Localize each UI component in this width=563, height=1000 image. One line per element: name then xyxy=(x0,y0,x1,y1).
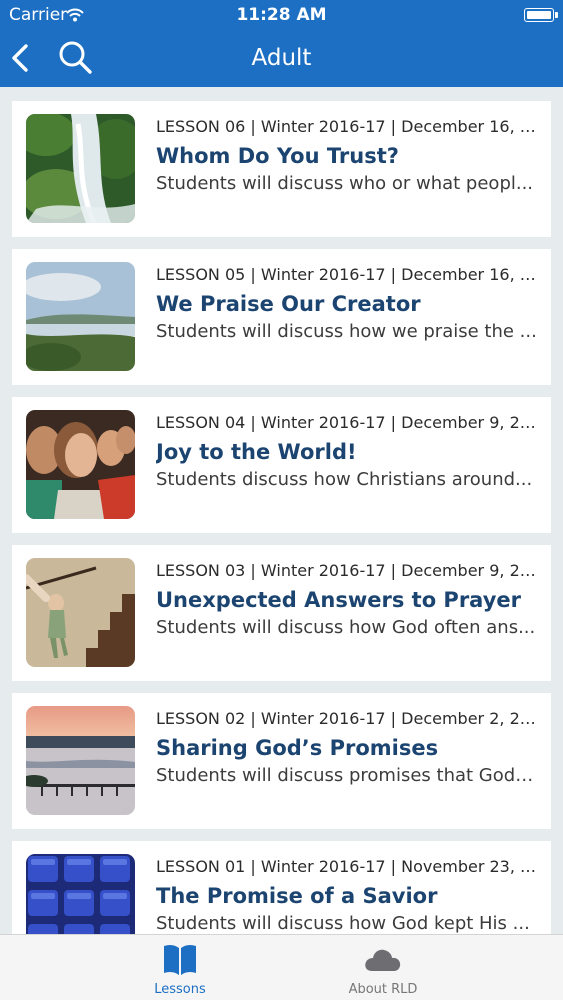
lesson-thumbnail-pier-sunset xyxy=(26,706,135,815)
lesson-thumbnail-landscape xyxy=(26,262,135,371)
lesson-card[interactable]: LESSON 02 | Winter 2016-17 | December 2,… xyxy=(12,693,551,829)
lesson-card[interactable]: LESSON 06 | Winter 2016-17 | December 16… xyxy=(12,101,551,237)
book-icon xyxy=(80,943,280,977)
lesson-card[interactable]: LESSON 03 | Winter 2016-17 | December 9,… xyxy=(12,545,551,681)
tab-bar: Lessons About RLD xyxy=(0,934,563,1000)
lesson-list[interactable]: LESSON 06 | Winter 2016-17 | December 16… xyxy=(0,87,563,934)
lesson-title: Whom Do You Trust? xyxy=(156,144,399,168)
lesson-card[interactable]: LESSON 01 | Winter 2016-17 | November 23… xyxy=(12,841,551,934)
lesson-thumbnail-waterfall xyxy=(26,114,135,223)
navigation-bar: Carrier 11:28 AM Adult xyxy=(0,0,563,87)
lesson-meta: LESSON 06 | Winter 2016-17 | December 16… xyxy=(156,117,538,136)
lesson-meta: LESSON 05 | Winter 2016-17 | December 16… xyxy=(156,265,538,284)
lesson-description: Students will discuss how we praise the … xyxy=(156,321,537,342)
lesson-title: Joy to the World! xyxy=(156,440,357,464)
lesson-title: Sharing God’s Promises xyxy=(156,736,439,760)
status-bar: Carrier 11:28 AM xyxy=(0,0,563,30)
lesson-description: Students will discuss how God kept His .… xyxy=(156,913,530,934)
page-title: Adult xyxy=(251,45,312,71)
tab-about[interactable]: About RLD xyxy=(283,935,483,1000)
lesson-card[interactable]: LESSON 04 | Winter 2016-17 | December 9,… xyxy=(12,397,551,533)
lesson-description: Students will discuss promises that God … xyxy=(156,765,538,786)
tab-lessons[interactable]: Lessons xyxy=(80,935,280,1000)
lesson-title: Unexpected Answers to Prayer xyxy=(156,588,521,612)
lesson-meta: LESSON 03 | Winter 2016-17 | December 9,… xyxy=(156,561,538,580)
clock: 11:28 AM xyxy=(236,5,327,25)
lesson-title: We Praise Our Creator xyxy=(156,292,421,316)
lesson-thumbnail-singing-children xyxy=(26,410,135,519)
tab-about-label: About RLD xyxy=(348,982,418,997)
lesson-thumbnail-child-stairs xyxy=(26,558,135,667)
lesson-thumbnail-stadium-seats xyxy=(26,854,135,934)
lesson-description: Students will discuss how God often ans.… xyxy=(156,617,536,638)
lesson-card[interactable]: LESSON 05 | Winter 2016-17 | December 16… xyxy=(12,249,551,385)
lesson-meta: LESSON 02 | Winter 2016-17 | December 2,… xyxy=(156,709,538,728)
battery-icon xyxy=(524,8,558,22)
lesson-description: Students discuss how Christians around..… xyxy=(156,469,533,490)
lesson-meta: LESSON 01 | Winter 2016-17 | November 23… xyxy=(156,857,538,876)
tab-lessons-label: Lessons xyxy=(154,982,206,997)
lesson-description: Students will discuss who or what peopl.… xyxy=(156,173,534,194)
lesson-meta: LESSON 04 | Winter 2016-17 | December 9,… xyxy=(156,413,538,432)
lesson-title: The Promise of a Savior xyxy=(156,884,438,908)
cloud-icon xyxy=(283,943,483,977)
